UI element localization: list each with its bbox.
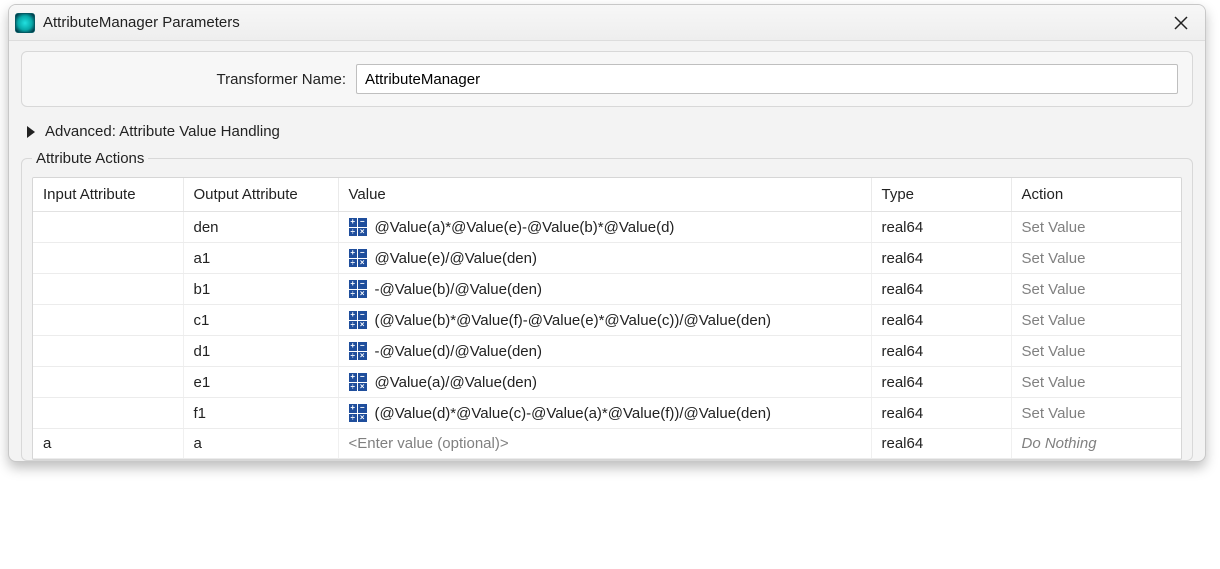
cell-action[interactable]: Set Value [1011, 243, 1181, 274]
attribute-actions-group: Attribute Actions Input Attribute Output… [21, 150, 1193, 461]
col-action[interactable]: Action [1011, 178, 1181, 212]
table-row[interactable]: b1 +−÷× -@Value(b)/@Value(den) real64Set Va… [33, 274, 1181, 305]
dialog-body: Transformer Name: Advanced: Attribute Va… [9, 41, 1205, 461]
cell-input-attribute[interactable] [33, 305, 183, 336]
col-input-attribute[interactable]: Input Attribute [33, 178, 183, 212]
value-text: -@Value(d)/@Value(den) [375, 343, 542, 360]
cell-value[interactable]: +−÷× -@Value(b)/@Value(den) [338, 274, 871, 305]
value-text: (@Value(d)*@Value(c)-@Value(a)*@Value(f)… [375, 405, 772, 422]
chevron-right-icon [27, 126, 35, 138]
cell-type[interactable]: real64 [871, 367, 1011, 398]
torn-edge [0, 531, 1220, 569]
dialog-window: AttributeManager Parameters Transformer … [8, 4, 1206, 462]
cell-type[interactable]: real64 [871, 398, 1011, 429]
table-row[interactable]: den +−÷× @Value(a)*@Value(e)-@Value(b)*@Va… [33, 212, 1181, 243]
cell-value[interactable]: +−÷× @Value(e)/@Value(den) [338, 243, 871, 274]
cell-value[interactable]: +−÷× @Value(a)/@Value(den) [338, 367, 871, 398]
cell-action[interactable]: Set Value [1011, 398, 1181, 429]
table-row[interactable]: f1 +−÷× (@Value(d)*@Value(c)-@Value(a)*@Va… [33, 398, 1181, 429]
cell-value[interactable]: <Enter value (optional)> [338, 429, 871, 459]
cell-action[interactable]: Set Value [1011, 336, 1181, 367]
transformer-name-input[interactable] [356, 64, 1178, 94]
table-row[interactable]: c1 +−÷× (@Value(b)*@Value(f)-@Value(e)*@Va… [33, 305, 1181, 336]
cell-value[interactable]: +−÷× -@Value(d)/@Value(den) [338, 336, 871, 367]
advanced-label: Advanced: Attribute Value Handling [45, 123, 280, 140]
cell-action[interactable]: Do Nothing [1011, 429, 1181, 459]
attribute-grid[interactable]: Input Attribute Output Attribute Value T… [32, 177, 1182, 460]
cell-type[interactable]: real64 [871, 336, 1011, 367]
col-output-attribute[interactable]: Output Attribute [183, 178, 338, 212]
cell-type[interactable]: real64 [871, 429, 1011, 459]
value-text: (@Value(b)*@Value(f)-@Value(e)*@Value(c)… [375, 312, 772, 329]
cell-value[interactable]: +−÷× (@Value(d)*@Value(c)-@Value(a)*@Valu… [338, 398, 871, 429]
cell-action[interactable]: Set Value [1011, 367, 1181, 398]
table-row[interactable]: e1 +−÷× @Value(a)/@Value(den) real64Set Val… [33, 367, 1181, 398]
arithmetic-icon: +−÷× [349, 218, 367, 236]
cell-input-attribute[interactable] [33, 336, 183, 367]
cell-input-attribute[interactable] [33, 243, 183, 274]
value-text: @Value(a)/@Value(den) [375, 374, 537, 391]
cell-output-attribute[interactable]: a [183, 429, 338, 459]
cell-input-attribute[interactable] [33, 367, 183, 398]
cell-value[interactable]: +−÷× (@Value(b)*@Value(f)-@Value(e)*@Valu… [338, 305, 871, 336]
arithmetic-icon: +−÷× [349, 311, 367, 329]
transformer-name-label: Transformer Name: [36, 71, 356, 88]
window-title: AttributeManager Parameters [43, 14, 1167, 31]
cell-output-attribute[interactable]: c1 [183, 305, 338, 336]
cell-output-attribute[interactable]: b1 [183, 274, 338, 305]
col-type[interactable]: Type [871, 178, 1011, 212]
value-text: <Enter value (optional)> [349, 435, 509, 452]
table-row[interactable]: a1 +−÷× @Value(e)/@Value(den) real64Set Val… [33, 243, 1181, 274]
cell-type[interactable]: real64 [871, 305, 1011, 336]
arithmetic-icon: +−÷× [349, 280, 367, 298]
cell-action[interactable]: Set Value [1011, 305, 1181, 336]
app-icon [15, 13, 35, 33]
col-value[interactable]: Value [338, 178, 871, 212]
table-row[interactable]: d1 +−÷× -@Value(d)/@Value(den) real64Set Va… [33, 336, 1181, 367]
cell-output-attribute[interactable]: d1 [183, 336, 338, 367]
cell-type[interactable]: real64 [871, 243, 1011, 274]
close-button[interactable] [1167, 9, 1195, 37]
table-row[interactable]: aa <Enter value (optional)> real64Do Nothi… [33, 429, 1181, 459]
cell-action[interactable]: Set Value [1011, 212, 1181, 243]
close-icon [1174, 16, 1188, 30]
cell-type[interactable]: real64 [871, 212, 1011, 243]
cell-input-attribute[interactable] [33, 398, 183, 429]
arithmetic-icon: +−÷× [349, 373, 367, 391]
cell-output-attribute[interactable]: f1 [183, 398, 338, 429]
cell-action[interactable]: Set Value [1011, 274, 1181, 305]
table-header-row: Input Attribute Output Attribute Value T… [33, 178, 1181, 212]
advanced-toggle[interactable]: Advanced: Attribute Value Handling [21, 121, 1193, 150]
arithmetic-icon: +−÷× [349, 342, 367, 360]
cell-output-attribute[interactable]: e1 [183, 367, 338, 398]
value-text: -@Value(b)/@Value(den) [375, 281, 542, 298]
cell-value[interactable]: +−÷× @Value(a)*@Value(e)-@Value(b)*@Value… [338, 212, 871, 243]
cell-output-attribute[interactable]: a1 [183, 243, 338, 274]
cell-type[interactable]: real64 [871, 274, 1011, 305]
cell-input-attribute[interactable] [33, 212, 183, 243]
value-text: @Value(e)/@Value(den) [375, 250, 537, 267]
arithmetic-icon: +−÷× [349, 249, 367, 267]
arithmetic-icon: +−÷× [349, 404, 367, 422]
cell-input-attribute[interactable] [33, 274, 183, 305]
cell-output-attribute[interactable]: den [183, 212, 338, 243]
value-text: @Value(a)*@Value(e)-@Value(b)*@Value(d) [375, 219, 675, 236]
title-bar: AttributeManager Parameters [9, 5, 1205, 41]
attribute-actions-legend: Attribute Actions [32, 150, 148, 167]
cell-input-attribute[interactable]: a [33, 429, 183, 459]
transformer-name-row: Transformer Name: [21, 51, 1193, 107]
